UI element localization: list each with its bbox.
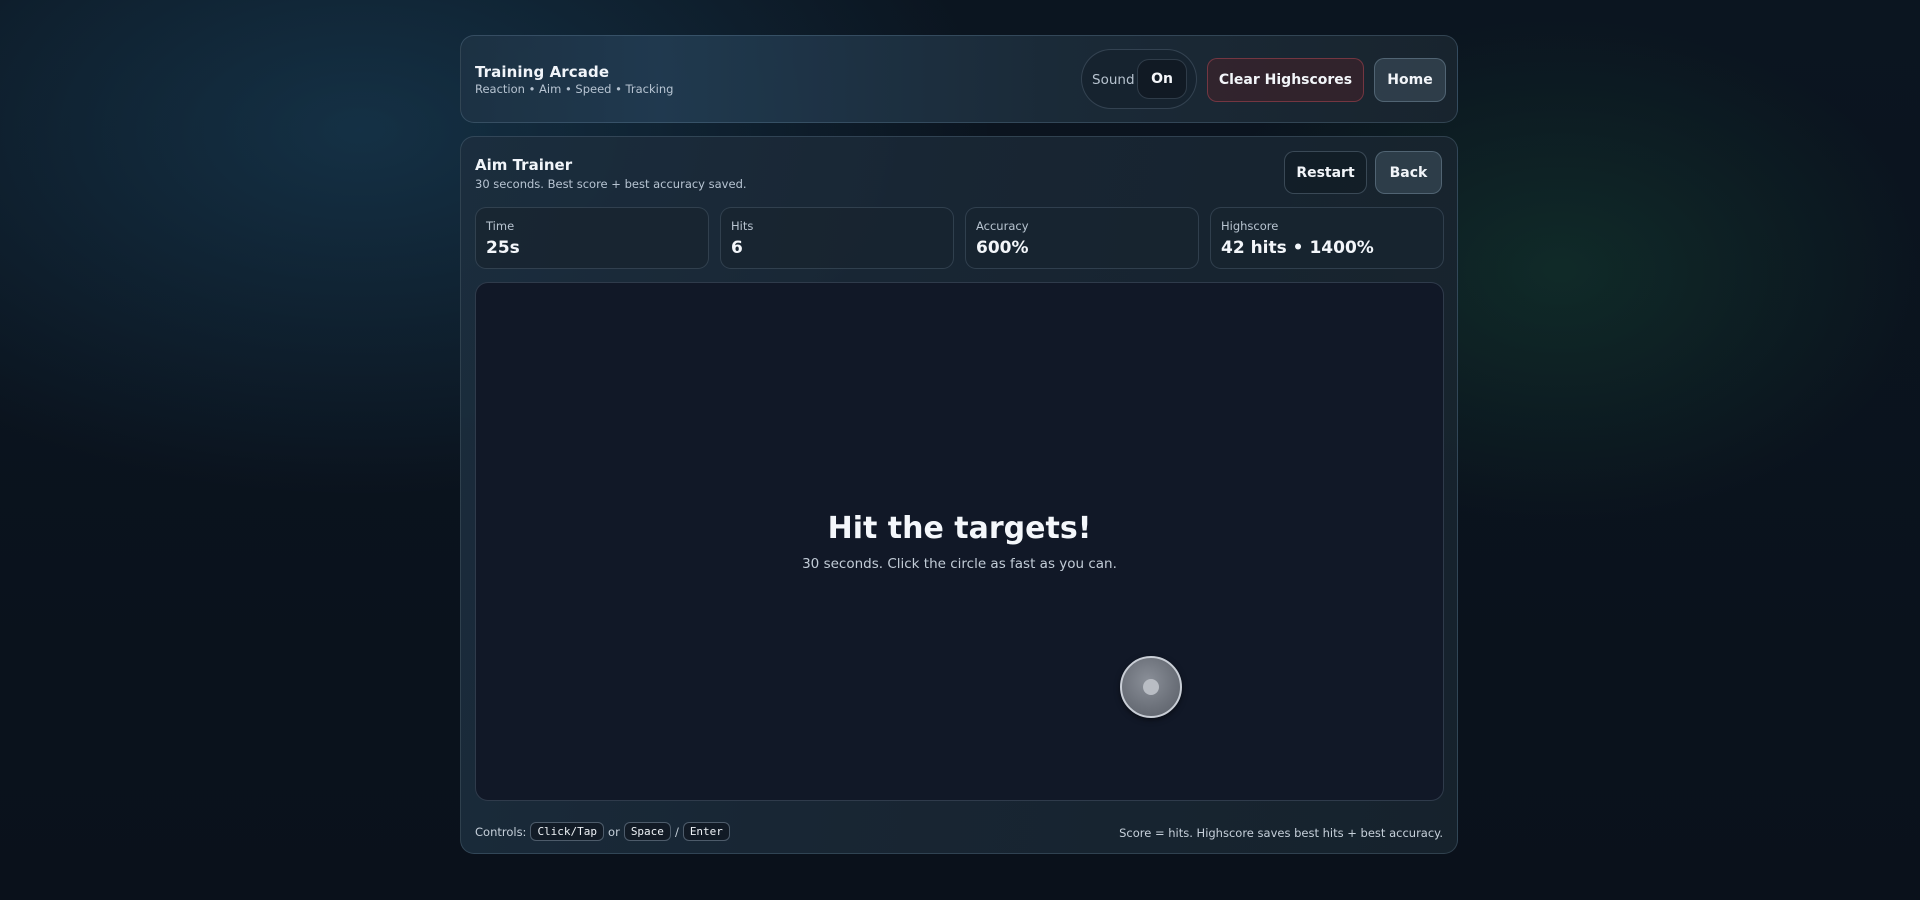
- app-subtitle: Reaction • Aim • Speed • Tracking: [475, 82, 674, 96]
- sound-label: Sound: [1092, 72, 1135, 88]
- sound-toggle-button[interactable]: On: [1137, 59, 1187, 99]
- stat-label: Time: [486, 219, 515, 233]
- target-circle[interactable]: [1120, 656, 1182, 718]
- app-title: Training Arcade: [475, 63, 610, 81]
- stat-accuracy: Accuracy 600%: [965, 207, 1199, 269]
- key-space: Space: [623, 822, 671, 841]
- back-button[interactable]: Back: [1375, 151, 1442, 194]
- stats-row: Time 25s Hits 6 Accuracy 600% Highscore …: [475, 207, 1444, 269]
- stat-time: Time 25s: [475, 207, 709, 269]
- arena-heading: Hit the targets!: [827, 511, 1092, 546]
- game-arena[interactable]: Hit the targets! 30 seconds. Click the c…: [475, 282, 1444, 801]
- arena-instructions: 30 seconds. Click the circle as fast as …: [802, 556, 1117, 572]
- top-bar: Training Arcade Reaction • Aim • Speed •…: [460, 35, 1458, 123]
- key-click-tap: Click/Tap: [530, 822, 605, 841]
- stat-value: 25s: [486, 238, 520, 258]
- or-text: or: [608, 824, 620, 839]
- stat-label: Accuracy: [976, 219, 1029, 233]
- key-enter: Enter: [682, 822, 730, 841]
- stat-highscore: Highscore 42 hits • 1400%: [1210, 207, 1444, 269]
- target-center-dot: [1143, 679, 1159, 695]
- stat-label: Hits: [731, 219, 754, 233]
- controls-hint: Controls: Click/Tap or Space / Enter: [475, 822, 730, 841]
- score-note: Score = hits. Highscore saves best hits …: [1119, 826, 1443, 840]
- restart-button[interactable]: Restart: [1284, 151, 1367, 194]
- clear-highscores-button[interactable]: Clear Highscores: [1207, 58, 1364, 102]
- game-title: Aim Trainer: [475, 156, 573, 174]
- stat-hits: Hits 6: [720, 207, 954, 269]
- stat-value: 600%: [976, 238, 1029, 258]
- controls-label: Controls:: [475, 824, 527, 839]
- game-panel: Aim Trainer 30 seconds. Best score + bes…: [460, 136, 1458, 854]
- sound-control: Sound On: [1081, 49, 1197, 109]
- game-subtitle: 30 seconds. Best score + best accuracy s…: [475, 177, 747, 191]
- home-button[interactable]: Home: [1374, 58, 1446, 102]
- stat-value: 6: [731, 238, 743, 258]
- stat-value: 42 hits • 1400%: [1221, 238, 1374, 258]
- slash-text: /: [674, 824, 679, 839]
- stat-label: Highscore: [1221, 219, 1279, 233]
